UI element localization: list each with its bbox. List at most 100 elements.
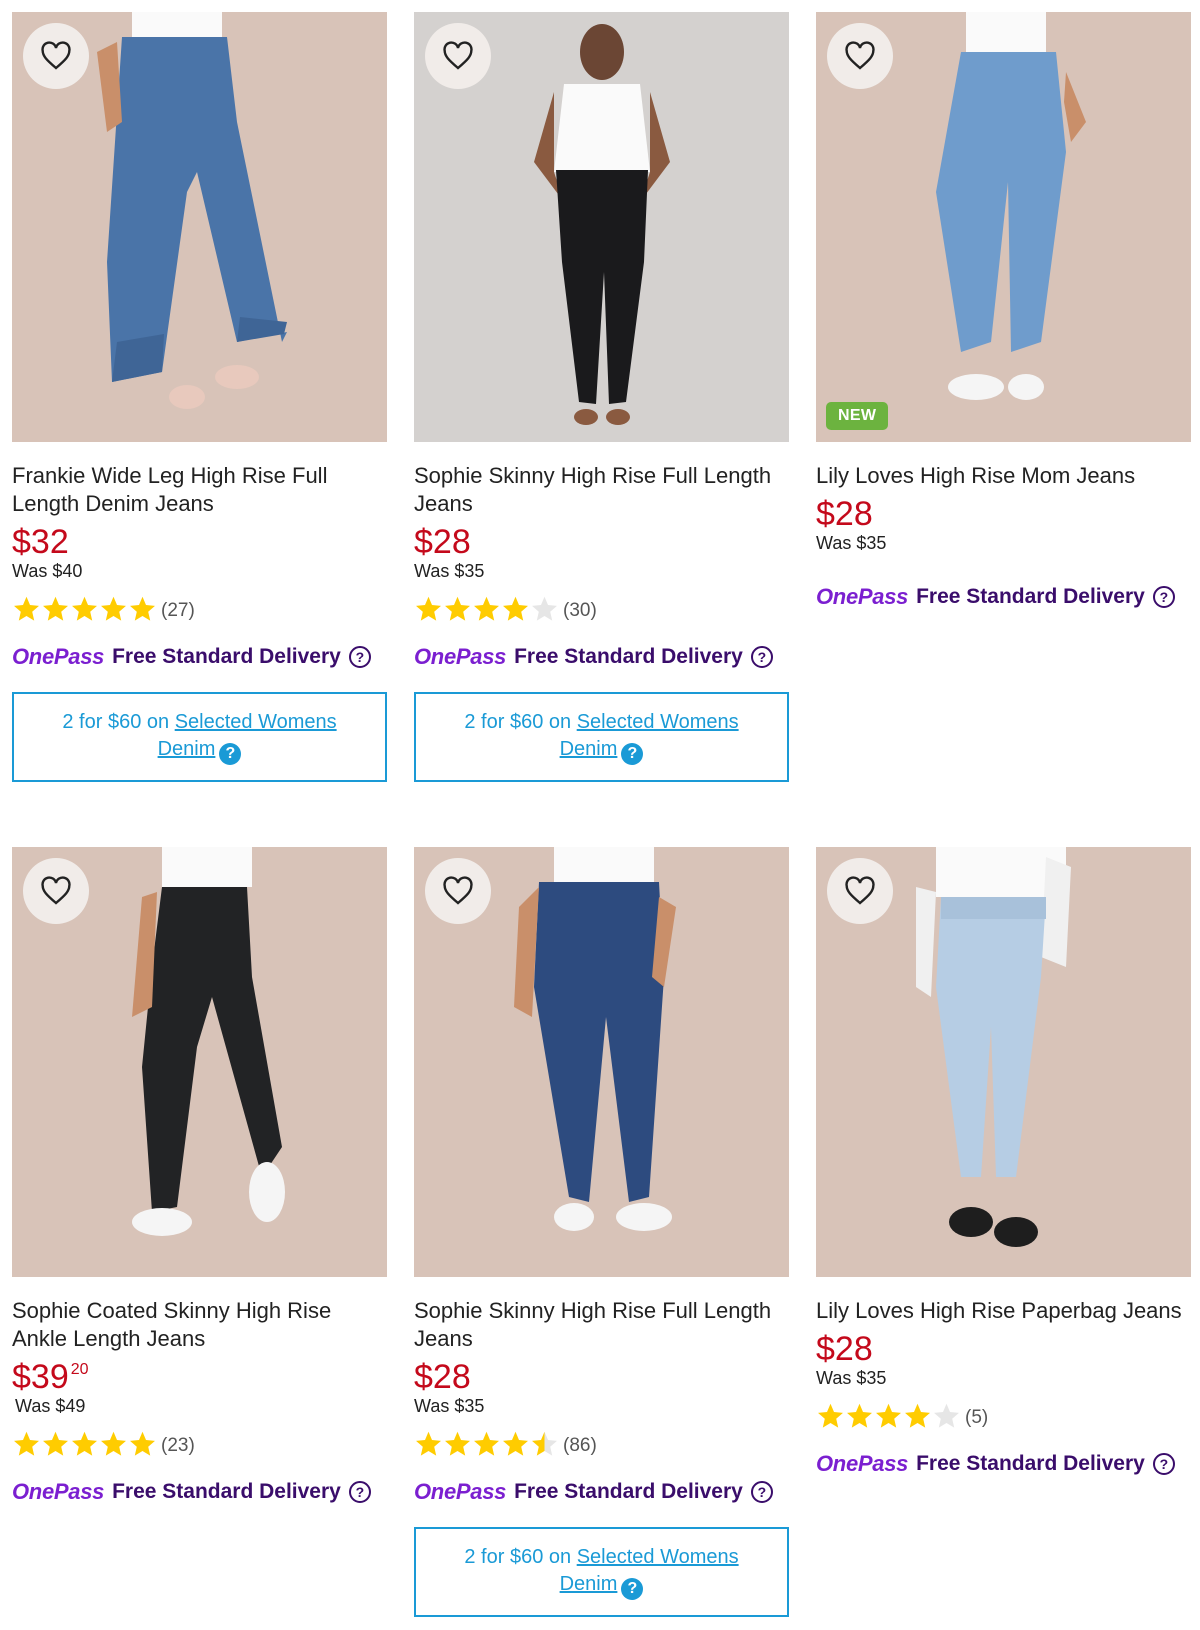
was-price: Was $40 [12, 561, 83, 581]
help-icon[interactable]: ? [1152, 1453, 1175, 1475]
onepass-delivery: OnePass Free Standard Delivery ? [12, 642, 387, 672]
promo-help-icon[interactable]: ? [621, 742, 644, 765]
delivery-text: Free Standard Delivery [112, 645, 341, 668]
promo-link[interactable]: Selected Womens Denim [158, 711, 337, 760]
wishlist-heart-icon[interactable] [23, 858, 89, 924]
product-rating[interactable]: (27) [12, 594, 387, 624]
wishlist-heart-icon[interactable] [425, 23, 491, 89]
help-icon[interactable]: ? [750, 1481, 773, 1503]
wishlist-heart-icon[interactable] [425, 858, 491, 924]
help-icon[interactable]: ? [348, 646, 371, 668]
star-filled-icon [847, 1403, 872, 1428]
product-card: Lily Loves High Rise Paperbag Jeans $28 … [816, 847, 1191, 1479]
help-icon[interactable]: ? [348, 1481, 371, 1503]
product-image[interactable]: NEW [816, 12, 1191, 442]
product-image[interactable] [414, 847, 789, 1277]
wishlist-heart-icon[interactable] [827, 23, 893, 89]
help-icon[interactable]: ? [1152, 586, 1175, 608]
delivery-text: Free Standard Delivery [514, 645, 743, 668]
star-filled-icon [818, 1403, 843, 1428]
onepass-logo: OnePass [414, 1479, 507, 1504]
product-title[interactable]: Lily Loves High Rise Mom Jeans [816, 462, 1186, 490]
product-rating[interactable]: (5) [816, 1401, 1191, 1431]
star-filled-icon [43, 1431, 68, 1456]
was-price: Was $49 [15, 1396, 86, 1416]
was-price: Was $35 [414, 1396, 485, 1416]
price-dollars: $39 [12, 1358, 69, 1396]
wishlist-heart-icon[interactable] [23, 23, 89, 89]
help-icon[interactable]: ? [750, 646, 773, 668]
star-filled-icon [416, 596, 441, 621]
rating-count: (5) [965, 1407, 989, 1428]
product-price: $28 [816, 496, 1191, 532]
price-cents: 20 [70, 1361, 89, 1378]
product-image[interactable] [12, 847, 387, 1277]
product-price: $32 [12, 524, 387, 560]
promo-help-icon[interactable]: ? [219, 742, 242, 765]
was-price: Was $35 [816, 533, 887, 553]
star-filled-icon [14, 1431, 39, 1456]
product-title[interactable]: Sophie Skinny High Rise Full Length Jean… [414, 1297, 784, 1353]
rating-stars [816, 1402, 961, 1430]
star-filled-icon [445, 1431, 470, 1456]
promo-box: 2 for $60 on Selected Womens Denim? [414, 1527, 789, 1617]
star-filled-icon [416, 1431, 441, 1456]
price-dollars: $28 [816, 495, 873, 533]
promo-box: 2 for $60 on Selected Womens Denim? [12, 692, 387, 782]
new-badge: NEW [826, 402, 889, 430]
onepass-logo: OnePass [414, 644, 507, 669]
product-rating[interactable]: (30) [414, 594, 789, 624]
rating-stars [12, 595, 157, 623]
star-filled-icon [101, 1431, 126, 1456]
star-filled-icon [43, 596, 68, 621]
promo-text: 2 for $60 on [62, 711, 175, 734]
product-card: Frankie Wide Leg High Rise Full Length D… [12, 12, 387, 782]
price-dollars: $28 [414, 523, 471, 561]
promo-link[interactable]: Selected Womens Denim [560, 1546, 739, 1595]
star-filled-icon [445, 596, 470, 621]
rating-stars [12, 1430, 157, 1458]
delivery-text: Free Standard Delivery [112, 1480, 341, 1503]
product-rating[interactable]: (86) [414, 1429, 789, 1459]
product-title[interactable]: Lily Loves High Rise Paperbag Jeans [816, 1297, 1186, 1325]
price-dollars: $28 [816, 1330, 873, 1368]
promo-box: 2 for $60 on Selected Womens Denim? [414, 692, 789, 782]
wishlist-heart-icon[interactable] [827, 858, 893, 924]
onepass-logo: OnePass [12, 1479, 105, 1504]
star-filled-icon [72, 596, 97, 621]
star-empty-icon [934, 1403, 959, 1428]
star-filled-icon [503, 596, 528, 621]
promo-help-icon[interactable]: ? [621, 1577, 644, 1600]
delivery-text: Free Standard Delivery [916, 585, 1145, 608]
star-filled-icon [130, 596, 155, 621]
product-title[interactable]: Frankie Wide Leg High Rise Full Length D… [12, 462, 382, 518]
product-price: $28 [414, 1359, 789, 1395]
product-image[interactable] [12, 12, 387, 442]
star-filled-icon [905, 1403, 930, 1428]
product-title[interactable]: Sophie Coated Skinny High Rise Ankle Len… [12, 1297, 382, 1353]
onepass-delivery: OnePass Free Standard Delivery ? [816, 1449, 1191, 1479]
star-filled-icon [876, 1403, 901, 1428]
rating-count: (23) [161, 1435, 195, 1456]
onepass-delivery: OnePass Free Standard Delivery ? [414, 642, 789, 672]
price-dollars: $28 [414, 1358, 471, 1396]
rating-stars [414, 595, 559, 623]
product-image[interactable] [816, 847, 1191, 1277]
product-price: $39 20 [12, 1359, 387, 1395]
was-price: Was $35 [816, 1368, 887, 1388]
product-price: $28 [816, 1331, 1191, 1367]
star-filled-icon [101, 596, 126, 621]
product-rating[interactable]: (23) [12, 1429, 387, 1459]
star-filled-icon [130, 1431, 155, 1456]
delivery-text: Free Standard Delivery [916, 1452, 1145, 1475]
promo-text: 2 for $60 on [464, 711, 577, 734]
product-card: Sophie Skinny High Rise Full Length Jean… [414, 847, 789, 1617]
onepass-delivery: OnePass Free Standard Delivery ? [414, 1477, 789, 1507]
product-title[interactable]: Sophie Skinny High Rise Full Length Jean… [414, 462, 784, 518]
star-filled-icon [72, 1431, 97, 1456]
product-card: Sophie Skinny High Rise Full Length Jean… [414, 12, 789, 782]
onepass-delivery: OnePass Free Standard Delivery ? [816, 582, 1191, 612]
product-image[interactable] [414, 12, 789, 442]
promo-link[interactable]: Selected Womens Denim [560, 711, 739, 760]
star-filled-icon [474, 596, 499, 621]
